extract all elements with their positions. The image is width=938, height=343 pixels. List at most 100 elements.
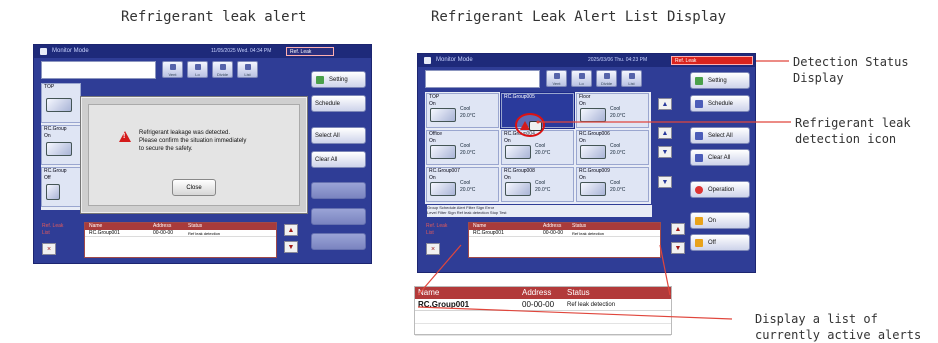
left-cell-top[interactable]: TOP — [41, 83, 81, 123]
zoom-empty-row-2 — [415, 335, 671, 336]
right-unit-grid: TOP On Cool 20.0°C RC.Group005 Floor On Cool 2… — [425, 92, 651, 204]
on-icon — [695, 217, 703, 225]
right-on-button[interactable]: On — [690, 212, 750, 229]
zoom-empty-row-1 — [415, 323, 671, 324]
unit-icon — [580, 182, 606, 196]
left-cell-group-1[interactable]: RC.Group On — [41, 125, 81, 165]
refrigerant-leak-detection-icon[interactable] — [515, 113, 545, 137]
right-cell-floor[interactable]: Floor On Cool 20.0°C — [576, 93, 649, 128]
right-close-x-button[interactable]: × — [426, 243, 440, 255]
right-cell-group009[interactable]: RC.Group009 On Cool 20.0°C — [576, 167, 649, 202]
schedule-icon — [695, 100, 703, 108]
right-cell-group006[interactable]: RC.Group006 On Cool 20.0°C — [576, 130, 649, 165]
zoom-alert-row[interactable]: RC.Group001 00-00-00 Ref leak detection — [415, 299, 671, 311]
right-cell-group008[interactable]: RC.Group008 On Cool 20.0°C — [501, 167, 574, 202]
left-disabled-button-2 — [311, 208, 366, 225]
left-alert-list-header: Name Address Status — [85, 223, 276, 230]
left-title: Monitor Mode — [52, 48, 89, 54]
unit-icon — [430, 108, 456, 122]
operation-icon — [695, 186, 703, 194]
right-list-scroll-down[interactable]: ▼ — [671, 242, 685, 254]
left-cell-group-2[interactable]: RC.Group Off — [41, 167, 81, 207]
right-scroll-down-1[interactable]: ▼ — [658, 146, 672, 158]
clear-all-icon — [695, 154, 703, 162]
right-search-box[interactable] — [425, 70, 540, 88]
right-title: Monitor Mode — [436, 57, 473, 63]
left-close-x-button[interactable]: × — [42, 243, 56, 255]
left-alert-list: Name Address Status RC.Group001 00-00-00… — [84, 222, 277, 258]
right-select-all-button[interactable]: Select All — [690, 127, 750, 144]
right-scroll-up-1[interactable]: ▲ — [658, 98, 672, 110]
left-setting-button[interactable]: Setting — [311, 71, 366, 88]
right-ref-leak-list-label: Ref. Leak List — [426, 223, 448, 236]
left-scroll-down-button[interactable]: ▼ — [284, 241, 298, 253]
menu-square-icon[interactable] — [424, 57, 431, 64]
leak-unit-icon — [529, 121, 542, 131]
right-cell-group007[interactable]: RC.Group007 On Cool 20.0°C — [426, 167, 499, 202]
left-alert-row[interactable]: RC.Group001 00-00-00 Ref leak detection — [85, 230, 276, 237]
dialog-close-button[interactable]: Close — [172, 179, 216, 196]
right-setting-button[interactable]: Setting — [690, 72, 750, 89]
right-list-scroll-up[interactable]: ▲ — [671, 223, 685, 235]
left-disabled-button-1 — [311, 182, 366, 199]
left-tool-divide[interactable]: Divide — [212, 61, 233, 78]
right-monitor-screen: Monitor Mode 2025/03/06 Thu. 04:23 PM Re… — [417, 53, 756, 273]
left-tool-lo[interactable]: Lo — [187, 61, 208, 78]
right-tool-list[interactable]: List — [621, 70, 642, 87]
caption-right: Refrigerant Leak Alert List Display — [431, 9, 727, 25]
right-cell-top[interactable]: TOP On Cool 20.0°C — [426, 93, 499, 128]
dialog-body: Refrigerant leakage was detected. Please… — [88, 104, 300, 206]
left-datetime: 11/05/2025 Wed. 04:34 PM — [211, 48, 272, 54]
left-select-all-button[interactable]: Select All — [311, 127, 366, 144]
unit-icon — [46, 98, 72, 112]
left-unit-grid: TOP RC.Group On RC.Group Off — [41, 83, 81, 210]
warning-icon — [119, 131, 131, 142]
left-scroll-up-button[interactable]: ▲ — [284, 224, 298, 236]
right-operation-button[interactable]: Operation — [690, 181, 750, 198]
caption-left: Refrigerant leak alert — [121, 9, 307, 25]
unit-icon — [46, 142, 72, 156]
unit-icon — [46, 184, 60, 200]
right-clear-all-button[interactable]: Clear All — [690, 149, 750, 166]
annotation-detection-status: Detection Status Display — [793, 55, 909, 85]
setting-icon — [695, 77, 703, 85]
left-disabled-button-3 — [311, 233, 366, 250]
right-tool-lo[interactable]: Lo — [571, 70, 592, 87]
right-scroll-up-2[interactable]: ▲ — [658, 127, 672, 139]
right-legend: Group Schedule Alert Filter Sign Error L… — [427, 205, 652, 217]
right-tool-vent[interactable]: Vent — [546, 70, 567, 87]
right-cell-office[interactable]: Office On Cool 20.0°C — [426, 130, 499, 165]
annotation-active-list: Display a list of currently active alert… — [755, 312, 922, 342]
right-tool-divide[interactable]: Divide — [596, 70, 617, 87]
left-clear-all-button[interactable]: Clear All — [311, 151, 366, 168]
left-ref-leak-button[interactable]: Ref. Leak — [286, 47, 334, 56]
setting-icon — [316, 76, 324, 84]
left-monitor-screen: Monitor Mode 11/05/2025 Wed. 04:34 PM Re… — [33, 44, 372, 264]
right-alert-list: Name Address Status RC.Group001 00-00-00… — [468, 222, 661, 258]
unit-icon — [430, 145, 456, 159]
right-ref-leak-button[interactable]: Ref. Leak — [671, 56, 753, 65]
left-schedule-button[interactable]: Schedule — [311, 95, 366, 112]
left-tool-list[interactable]: List — [237, 61, 258, 78]
unit-icon — [430, 182, 456, 196]
right-alert-list-header: Name Address Status — [469, 223, 660, 230]
right-datetime: 2025/03/06 Thu. 04:23 PM — [588, 57, 648, 63]
left-ref-leak-list-label: Ref. Leak List — [42, 223, 64, 236]
menu-square-icon[interactable] — [40, 48, 47, 55]
unit-icon — [505, 182, 531, 196]
left-search-box[interactable] — [41, 61, 156, 79]
select-all-icon — [695, 132, 703, 140]
alert-list-zoom: Name Address Status RC.Group001 00-00-00… — [414, 286, 672, 336]
annotation-leak-icon: Refrigerant leak detection icon — [795, 116, 911, 146]
right-off-button[interactable]: Off — [690, 234, 750, 251]
right-alert-row[interactable]: RC.Group001 00-00-00 Ref leak detection — [469, 230, 660, 237]
right-schedule-button[interactable]: Schedule — [690, 95, 750, 112]
unit-icon — [580, 108, 606, 122]
leak-alert-dialog: Refrigerant leakage was detected. Please… — [81, 97, 307, 213]
off-icon — [695, 239, 703, 247]
unit-icon — [580, 145, 606, 159]
unit-icon — [505, 145, 531, 159]
dialog-message: Refrigerant leakage was detected. Please… — [139, 130, 247, 152]
left-tool-vent[interactable]: Vent — [162, 61, 183, 78]
right-scroll-down-2[interactable]: ▼ — [658, 176, 672, 188]
